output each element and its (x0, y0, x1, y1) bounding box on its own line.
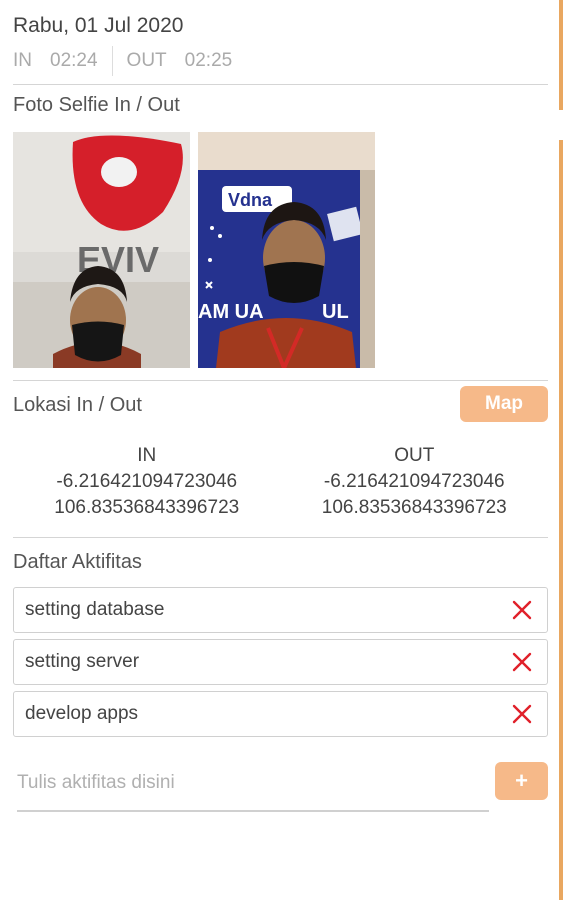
svg-text:UL: UL (322, 301, 349, 323)
activity-item: setting database (13, 587, 548, 633)
window-edge (559, 0, 563, 900)
close-icon[interactable] (509, 597, 535, 623)
divider (13, 84, 548, 85)
location-in-label: IN (137, 445, 157, 466)
selfie-photos: EVIV Vdna AM UA UL (13, 132, 375, 368)
check-in-value: 02:24 (50, 50, 98, 71)
activity-label: setting database (25, 599, 165, 620)
activity-item: develop apps (13, 691, 548, 737)
check-in-time: IN 02:24 (13, 50, 98, 72)
location-in: IN -6.216421094723046 106.83536843396723 (13, 443, 281, 521)
time-divider (111, 46, 113, 76)
selfie-out-photo[interactable]: Vdna AM UA UL (198, 132, 375, 368)
svg-text:AM UA: AM UA (198, 301, 264, 323)
divider (13, 380, 548, 381)
location-out-label: OUT (394, 445, 435, 466)
selfie-section-title: Foto Selfie In / Out (13, 94, 180, 116)
check-out-time: OUT 02:25 (127, 50, 233, 72)
map-button[interactable]: Map (460, 386, 548, 422)
check-out-label: OUT (126, 50, 167, 71)
add-activity-button[interactable]: + (495, 762, 548, 800)
location-section-title: Lokasi In / Out (13, 394, 142, 416)
check-in-label: IN (13, 50, 32, 71)
close-icon[interactable] (509, 649, 535, 675)
location-coordinates: IN -6.216421094723046 106.83536843396723… (13, 443, 548, 521)
activity-item: setting server (13, 639, 548, 685)
activity-input[interactable] (17, 760, 489, 806)
location-in-lat: -6.216421094723046 (56, 471, 238, 492)
close-icon[interactable] (509, 701, 535, 727)
divider (13, 537, 548, 538)
attendance-times: IN 02:24 OUT 02:25 (13, 46, 232, 76)
location-in-lng: 106.83536843396723 (54, 497, 240, 518)
svg-text:Vdna: Vdna (228, 190, 273, 210)
location-out-lng: 106.83536843396723 (321, 497, 507, 518)
location-out: OUT -6.216421094723046 106.8353684339672… (281, 443, 549, 521)
location-out-lat: -6.216421094723046 (323, 471, 505, 492)
activity-label: setting server (25, 651, 140, 672)
activity-label: develop apps (25, 703, 139, 724)
attendance-date: Rabu, 01 Jul 2020 (13, 14, 184, 37)
activities-section-title: Daftar Aktifitas (13, 551, 142, 573)
selfie-in-photo[interactable]: EVIV (13, 132, 190, 368)
check-out-value: 02:25 (184, 50, 233, 71)
activity-input-row (17, 760, 489, 812)
